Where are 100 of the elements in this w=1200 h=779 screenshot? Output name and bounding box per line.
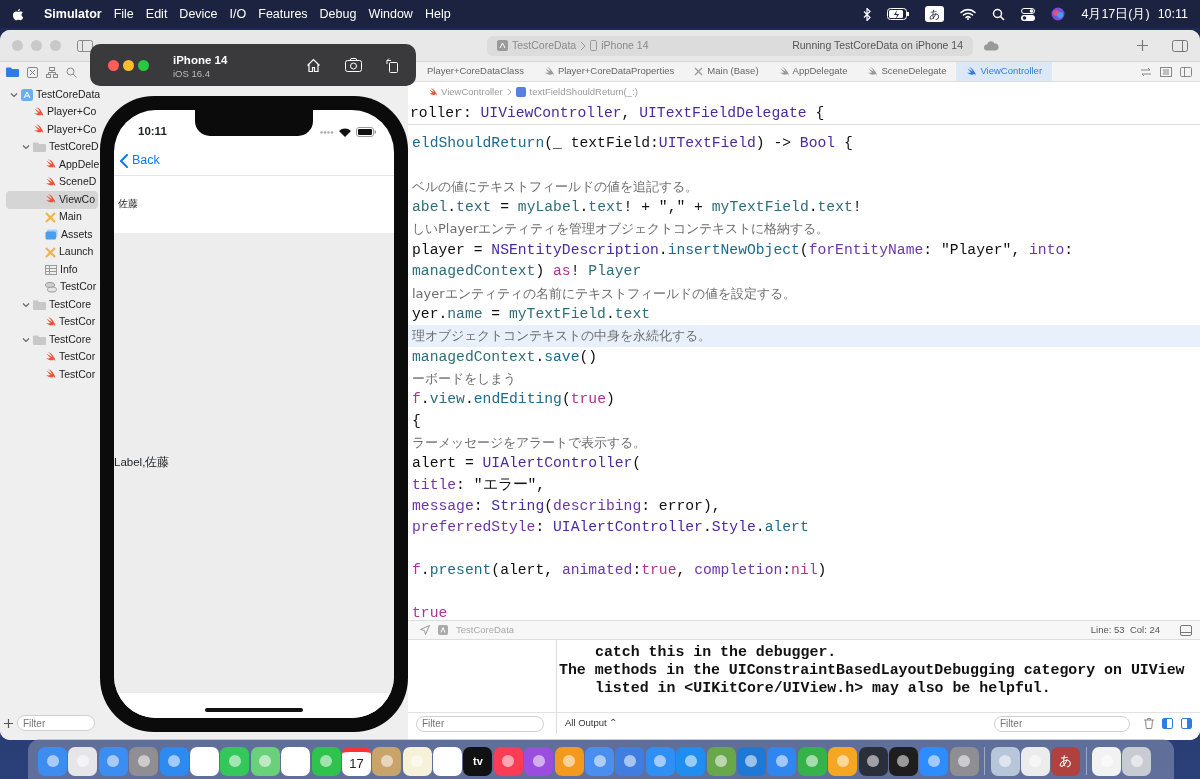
app-icon[interactable] [98,746,128,776]
app-icon[interactable] [189,746,219,776]
app-icon[interactable] [433,746,463,776]
orb-icon[interactable] [1051,7,1066,21]
battery-icon[interactable] [887,8,910,20]
sidebar-toggle-icon[interactable] [77,39,93,52]
app-icon[interactable] [797,746,827,776]
menu-item[interactable]: Device [173,4,224,24]
app-menu[interactable]: Simulator [38,4,108,24]
trash-icon[interactable] [1144,718,1154,729]
hierarchy-icon[interactable] [46,66,58,78]
menu-item[interactable]: Features [252,4,314,24]
menu-item[interactable]: Window [362,4,419,24]
app-icon[interactable] [828,746,858,776]
file-tree-item[interactable]: AppDele [6,156,98,174]
menu-item[interactable]: I/O [223,4,253,24]
panel-left-icon[interactable] [1162,718,1173,729]
app-icon[interactable] [676,746,706,776]
menu-item[interactable]: Help [418,4,457,24]
menu-item[interactable]: File [107,4,140,24]
app-icon[interactable] [1092,746,1122,776]
bluetooth-icon[interactable] [863,7,872,21]
filter-field[interactable]: Filter [416,715,544,732]
app-icon[interactable] [554,746,584,776]
file-tree-item[interactable]: TestCor [6,348,98,366]
file-tree-item[interactable]: TestCore [6,296,98,314]
file-tree-item[interactable]: ViewCo [6,191,98,209]
wifi-icon[interactable] [960,8,977,20]
add-icon[interactable] [4,718,13,728]
split-view-icon[interactable] [1180,66,1192,77]
filter-field[interactable]: Filter [17,715,95,731]
editor-tab[interactable]: AppDelegate [768,62,858,81]
tv-tile[interactable]: tv [463,746,493,776]
app-icon[interactable] [615,746,645,776]
app-icon[interactable] [706,746,736,776]
search-icon[interactable] [992,7,1006,21]
toggle-switches-icon[interactable] [1021,7,1036,21]
menu-bar-date[interactable]: 4月17日(月) [1081,4,1150,24]
swap-arrows-icon[interactable] [1140,66,1152,77]
menu-item[interactable]: Edit [139,4,174,24]
disclosure-chevron-icon[interactable] [22,335,30,344]
app-icon[interactable] [1122,746,1152,776]
app-icon[interactable] [38,746,67,776]
editor-tab[interactable]: Main (Base) [684,62,769,81]
calendar-tile[interactable]: 17 [341,746,371,776]
file-tree-item[interactable]: Player+Co [6,103,98,121]
app-icon[interactable] [585,746,615,776]
editor-tab[interactable]: Player+CoreDataProperties [533,62,685,81]
file-tree-item[interactable]: TestCoreData [6,86,98,104]
panel-toggle-icon[interactable] [1180,624,1192,636]
editor-tab[interactable]: SceneDelegate [857,62,957,81]
app-icon[interactable] [767,746,797,776]
menu-bar-clock[interactable]: 10:11 [1157,4,1188,24]
window-control[interactable] [123,59,134,71]
file-tree-item[interactable]: TestCoreD [6,138,98,156]
camera-icon[interactable] [345,58,362,72]
window-control[interactable] [138,59,149,71]
window-control[interactable] [108,59,119,71]
file-tree-item[interactable]: Info [6,261,98,279]
disclosure-chevron-icon[interactable] [22,143,30,152]
x-square-icon[interactable] [27,66,38,78]
rotate-icon[interactable] [386,57,400,73]
app-icon[interactable] [493,746,523,776]
output-selector[interactable]: All Output ⌃ [565,716,618,731]
app-icon[interactable] [919,746,949,776]
menu-item[interactable]: Debug [313,4,363,24]
app-icon[interactable] [888,746,918,776]
app-icon[interactable] [990,746,1020,776]
input-method-tile[interactable]: あ [1051,746,1081,776]
folder-icon[interactable] [6,67,19,77]
app-icon[interactable] [220,746,250,776]
file-tree-item[interactable]: Launch [6,243,98,261]
location-arrow-icon[interactable] [420,625,430,635]
app-icon[interactable] [858,746,888,776]
app-icon[interactable] [737,746,766,776]
filter-field[interactable]: Filter [994,715,1130,732]
disclosure-chevron-icon[interactable] [10,90,18,99]
inspector-toggle-icon[interactable] [1172,39,1188,52]
app-icon[interactable] [68,746,98,776]
app-icon[interactable] [281,746,311,776]
home-icon[interactable] [306,57,321,73]
file-tree-item[interactable]: Player+Co [6,121,98,139]
file-tree-item[interactable]: Main [6,208,98,226]
back-button[interactable]: Back [120,151,160,170]
apple-logo-icon[interactable] [12,7,24,21]
file-tree-item[interactable]: Assets [6,226,98,244]
app-icon[interactable] [949,746,979,776]
editor-tab[interactable]: ViewController [956,62,1053,81]
file-tree-item[interactable]: TestCor [6,278,98,296]
panel-right-icon[interactable] [1181,718,1192,729]
app-icon[interactable] [129,746,159,776]
list-view-icon[interactable] [1160,66,1172,77]
app-icon[interactable] [311,746,341,776]
plus-icon[interactable] [1137,40,1148,51]
app-icon[interactable] [159,746,189,776]
app-icon[interactable] [402,746,432,776]
input-mode-indicator[interactable]: あ [925,5,945,23]
app-icon[interactable] [524,746,554,776]
file-tree-item[interactable]: TestCore [6,331,98,349]
file-tree-item[interactable]: TestCor [6,313,98,331]
